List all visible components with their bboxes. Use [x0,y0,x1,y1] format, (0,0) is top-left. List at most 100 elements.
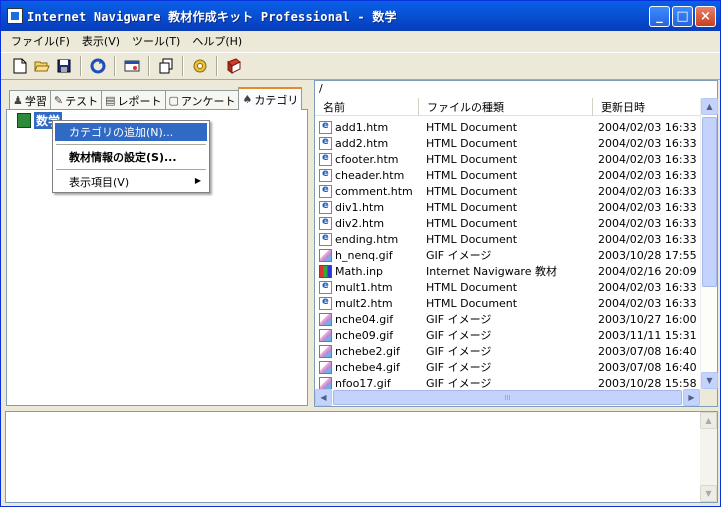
file-row[interactable]: div2.htm HTML Document 2004/02/03 16:33 [315,215,700,231]
tab-study[interactable]: ♟ 学習 [9,90,51,110]
tab-label: カテゴリ [254,93,299,107]
file-rows: add1.htmHTML Document2004/02/03 16:33add… [315,119,700,389]
refresh-icon[interactable] [87,55,109,77]
file-name-cell: add2.htm [315,136,418,150]
open-icon[interactable] [31,55,53,77]
menu-separator [56,169,206,170]
scroll-grip: III [504,393,511,402]
scroll-down-button[interactable]: ▼ [701,372,718,389]
file-date: 2004/02/03 16:33 [598,216,697,230]
html-file-icon [319,280,332,294]
file-name: cheader.htm [335,168,405,182]
copy-icon[interactable] [155,55,177,77]
file-row[interactable]: ending.htm HTML Document 2004/02/03 16:33 [315,231,700,247]
file-row[interactable]: comment.htm HTML Document 2004/02/03 16:33 [315,183,700,199]
file-row[interactable]: add1.htm HTML Document 2004/02/03 16:33 [315,119,700,135]
tab-test[interactable]: ✎ テスト [49,90,103,110]
file-row[interactable]: cfooter.htm HTML Document 2004/02/03 16:33 [315,151,700,167]
file-date: 2004/02/03 16:33 [598,152,697,166]
html-file-icon [319,200,332,214]
menu-item-add-category[interactable]: カテゴリの追加(N)... [55,123,207,141]
properties-icon[interactable] [121,55,143,77]
file-name-cell: nche04.gif [315,312,418,326]
menu-file[interactable]: ファイル(F) [5,33,76,49]
html-file-icon [319,232,332,246]
bottom-pane[interactable]: ▲ ▼ [5,411,718,503]
tab-category[interactable]: ♠ カテゴリ [238,87,303,110]
file-type: GIF イメージ [426,377,492,389]
file-row[interactable]: nche04.gif GIF イメージ 2003/10/27 16:00 [315,311,700,327]
file-name: ending.htm [335,232,399,246]
file-type: HTML Document [426,232,518,246]
file-name-cell: cheader.htm [315,168,418,182]
horizontal-scrollbar[interactable]: ◀ III ▶ [315,389,700,406]
menu-separator [56,144,206,145]
column-header-date[interactable]: 更新日時 [593,98,700,116]
menu-help[interactable]: ヘルプ(H) [186,33,248,49]
menu-view[interactable]: 表示(V) [76,33,126,49]
file-row[interactable]: mult2.htm HTML Document 2004/02/03 16:33 [315,295,700,311]
vertical-scrollbar[interactable]: ▲ ▼ [700,98,718,390]
vertical-scroll-thumb[interactable] [702,117,717,287]
new-icon[interactable] [9,55,31,77]
file-date: 2004/02/03 16:33 [598,136,697,150]
html-file-icon [319,216,332,230]
file-row[interactable]: nche09.gif GIF イメージ 2003/11/11 15:31 [315,327,700,343]
file-name-cell: ending.htm [315,232,418,246]
file-row[interactable]: Math.inp Internet Navigware 教材 2004/02/16 … [315,263,700,279]
file-date: 2004/02/03 16:33 [598,168,697,182]
bottom-vertical-scrollbar[interactable]: ▲ ▼ [700,412,717,502]
tab-report[interactable]: ▤ レポート [101,90,166,110]
file-name: cfooter.htm [335,152,399,166]
gif-file-icon [319,344,332,358]
scroll-up-button[interactable]: ▲ [701,98,718,115]
save-icon[interactable] [53,55,75,77]
file-name: nfoo17.gif [335,376,391,390]
tab-label: 学習 [24,94,47,108]
report-icon: ▤ [105,94,116,107]
file-row[interactable]: nchebe2.gif GIF イメージ 2003/07/08 16:40 [315,343,700,359]
file-row[interactable]: mult1.htm HTML Document 2004/02/03 16:33 [315,279,700,295]
file-date: 2004/02/03 16:33 [598,280,697,294]
title-bar[interactable]: Internet Navigware 教材作成キット Professional … [1,1,720,31]
file-row[interactable]: nfoo17.gif GIF イメージ 2003/10/28 15:58 [315,375,700,389]
app-icon[interactable] [7,8,23,24]
study-icon: ♟ [13,94,23,107]
toolbar-separator [182,56,184,76]
settings-icon[interactable] [189,55,211,77]
book-icon[interactable] [223,55,245,77]
column-header-type[interactable]: ファイルの種類 [419,98,593,116]
file-row[interactable]: h_nenq.gif GIF イメージ 2003/10/28 17:55 [315,247,700,263]
toolbar [1,52,720,80]
file-row[interactable]: add2.htm HTML Document 2004/02/03 16:33 [315,135,700,151]
file-row[interactable]: div1.htm HTML Document 2004/02/03 16:33 [315,199,700,215]
column-header-name[interactable]: 名前 [315,98,419,116]
scroll-up-button[interactable]: ▲ [700,412,717,429]
maximize-button[interactable]: □ [672,6,693,27]
file-type: HTML Document [426,152,518,166]
file-type: HTML Document [426,280,518,294]
menu-item-material-settings[interactable]: 教材情報の設定(S)... [55,148,207,166]
menu-tools[interactable]: ツール(T) [126,33,186,49]
tab-label: テスト [65,94,99,108]
menu-item-label: 表示項目(V) [69,176,130,189]
html-file-icon [319,168,332,182]
minimize-button[interactable]: _ [649,6,670,27]
file-date: 2003/11/11 15:31 [598,328,697,342]
menu-item-display-items[interactable]: 表示項目(V) ▶ [55,173,207,191]
file-date: 2003/10/27 16:00 [598,312,697,326]
scroll-right-button[interactable]: ▶ [683,389,700,406]
file-row[interactable]: nchebe4.gif GIF イメージ 2003/07/08 16:40 [315,359,700,375]
scroll-left-button[interactable]: ◀ [315,389,332,406]
horizontal-scroll-thumb[interactable]: III [333,390,682,405]
file-name: mult1.htm [335,280,393,294]
list-header: 名前 ファイルの種類 更新日時 [315,98,700,116]
file-name-cell: h_nenq.gif [315,248,418,262]
scroll-down-button[interactable]: ▼ [700,485,717,502]
app-window: Internet Navigware 教材作成キット Professional … [0,0,721,507]
file-row[interactable]: cheader.htm HTML Document 2004/02/03 16:33 [315,167,700,183]
toolbar-separator [114,56,116,76]
tab-survey[interactable]: ▢ アンケート [164,90,240,110]
close-button[interactable]: × [695,6,716,27]
file-date: 2003/10/28 17:55 [598,248,697,262]
